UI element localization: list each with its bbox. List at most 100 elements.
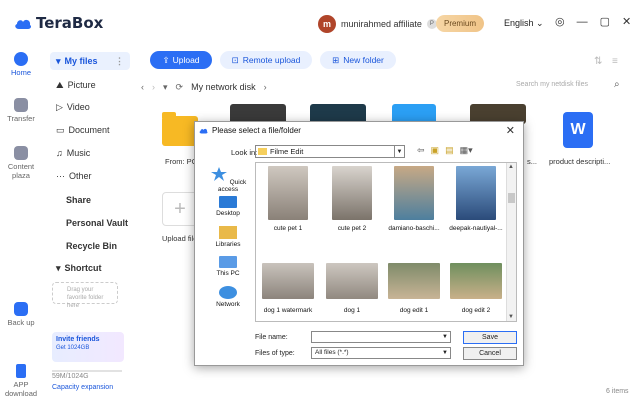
back-arrow-icon[interactable]: ⇦	[417, 145, 425, 156]
rail-content-plaza[interactable]: Content plaza	[0, 146, 42, 180]
upload-button[interactable]: ⇪ Upload	[150, 51, 212, 69]
place-this-pc[interactable]: This PC	[203, 256, 253, 277]
folder-icon	[258, 148, 267, 155]
save-button[interactable]: Save	[463, 331, 517, 344]
image-thumbnail[interactable]	[268, 166, 308, 220]
sidebar-item-personal-vault[interactable]: Personal Vault	[50, 214, 130, 232]
maximize-icon[interactable]: ▢	[600, 15, 610, 28]
image-thumbnail[interactable]	[332, 166, 372, 220]
new-folder-label: New folder	[343, 55, 384, 65]
lookin-select[interactable]: Filme Edit ▼	[255, 145, 405, 158]
dialog-close-icon[interactable]: ✕	[506, 124, 515, 137]
sidebar-item-shortcut[interactable]: ▾ Shortcut	[50, 259, 130, 277]
user-menu[interactable]: m munirahmed affiliate P	[318, 15, 437, 33]
rail-transfer[interactable]: Transfer	[0, 98, 42, 123]
remote-upload-label: Remote upload	[242, 55, 301, 65]
scroll-thumb[interactable]	[508, 193, 515, 203]
place-network[interactable]: Network	[203, 286, 253, 308]
scrollbar[interactable]: ▲ ▼	[506, 163, 516, 321]
file-name[interactable]: cute pet 2	[320, 225, 384, 232]
remote-upload-button[interactable]: ⊡ Remote upload	[220, 51, 312, 69]
minimize-icon[interactable]: —	[577, 16, 588, 28]
cancel-button[interactable]: Cancel	[463, 347, 517, 360]
rail-transfer-label: Transfer	[7, 114, 35, 123]
filetype-select[interactable]: All files (*.*) ▼	[311, 347, 451, 359]
dialog-title: Please select a file/folder	[212, 126, 301, 135]
scroll-down-icon[interactable]: ▼	[508, 314, 514, 320]
settings-icon[interactable]: ◎	[555, 15, 565, 28]
capacity-expansion-link[interactable]: Capacity expansion	[52, 384, 113, 391]
history-icon[interactable]: ▾	[163, 82, 168, 93]
file-name[interactable]: cute pet 1	[256, 225, 320, 232]
shortcut-drop-zone[interactable]: Drag your favorite folder here	[52, 282, 118, 309]
list-view-icon[interactable]: ≡	[612, 56, 618, 67]
sort-icon[interactable]: ⇅	[594, 56, 602, 67]
sidebar-item-music[interactable]: ♫ Music	[50, 144, 130, 162]
close-icon[interactable]: ✕	[622, 15, 631, 28]
word-document-icon[interactable]: W	[563, 112, 593, 148]
terabox-logo[interactable]: TeraBox	[14, 14, 103, 32]
up-folder-icon[interactable]: ▣	[431, 145, 440, 156]
chevron-down-icon[interactable]: ▼	[440, 332, 450, 342]
search-icon[interactable]: ⌕	[614, 79, 620, 90]
new-folder-icon[interactable]: ▤	[445, 145, 454, 156]
avatar[interactable]: m	[318, 15, 336, 33]
premium-button[interactable]: Premium	[436, 15, 484, 32]
image-thumbnail[interactable]	[388, 263, 440, 299]
video-icon: ▷	[56, 101, 63, 112]
star-icon	[210, 167, 227, 181]
forward-icon[interactable]: ›	[152, 82, 155, 92]
place-quick-access[interactable]: Quick access	[203, 166, 253, 193]
top-bar: TeraBox m munirahmed affiliate P Premium…	[0, 0, 640, 46]
file-name[interactable]: dog 1	[320, 307, 384, 314]
image-thumbnail[interactable]	[456, 166, 496, 220]
place-desktop[interactable]: Desktop	[203, 196, 253, 217]
place-libraries[interactable]: Libraries	[203, 226, 253, 248]
sidebar-item-document[interactable]: ▭ Document	[50, 121, 130, 139]
sidebar-item-recycle-bin[interactable]: Recycle Bin	[50, 237, 130, 255]
sidebar-item-other[interactable]: ··· Other	[50, 167, 130, 185]
backup-icon	[14, 302, 28, 316]
sidebar-item-share[interactable]: Share	[50, 191, 130, 209]
desktop-icon	[219, 196, 237, 208]
search-input[interactable]: Search my netdisk files	[516, 81, 588, 88]
image-thumbnail[interactable]	[394, 166, 434, 220]
file-list-pane[interactable]: cute pet 1 cute pet 2 damiano-baschi... …	[255, 162, 517, 322]
image-thumbnail[interactable]	[326, 263, 378, 299]
upload-tile[interactable]: +	[162, 192, 198, 226]
items-count: 6 items	[606, 388, 629, 395]
chevron-right-icon: ›	[263, 82, 267, 92]
rail-home[interactable]: Home	[0, 52, 42, 77]
sidebar-item-my-files[interactable]: ▾ My files ⋮	[50, 52, 130, 70]
new-folder-button[interactable]: ⊞ New folder	[320, 51, 396, 69]
filetype-value: All files (*.*)	[315, 349, 349, 356]
filetype-label: Files of type:	[255, 350, 295, 357]
language-select[interactable]: English ⌄	[504, 18, 544, 29]
breadcrumb-current[interactable]: My network disk	[191, 82, 256, 92]
scroll-up-icon[interactable]: ▲	[508, 164, 514, 170]
sidebar-item-picture[interactable]: ⛰ Picture	[50, 76, 130, 94]
image-thumbnail[interactable]	[262, 263, 314, 299]
file-name[interactable]: dog edit 1	[382, 307, 446, 314]
folder-icon[interactable]	[162, 112, 198, 146]
place-label: This PC	[216, 270, 240, 277]
image-thumbnail[interactable]	[450, 263, 502, 299]
file-name[interactable]: damiano-baschi...	[382, 225, 446, 232]
refresh-icon[interactable]: ⟳	[176, 82, 184, 93]
view-menu-icon[interactable]: ▦▾	[460, 145, 473, 156]
rail-back-up[interactable]: Back up	[0, 302, 42, 327]
more-icon[interactable]: ⋮	[115, 56, 124, 67]
place-label: Desktop	[216, 210, 240, 217]
back-icon[interactable]: ‹	[141, 82, 144, 92]
network-icon	[219, 286, 237, 299]
file-name[interactable]: deepak-nautiyal-...	[444, 225, 508, 232]
rail-plaza-label: Content plaza	[7, 162, 35, 180]
transfer-icon	[14, 98, 28, 112]
filename-input[interactable]: ▼	[311, 331, 451, 343]
file-name[interactable]: dog edit 2	[444, 307, 508, 314]
file-name[interactable]: dog 1 watermark	[256, 307, 320, 314]
rail-app-download[interactable]: APP download	[0, 364, 42, 398]
sidebar-item-video[interactable]: ▷ Video	[50, 98, 130, 116]
invite-banner[interactable]: Invite friends Get 1024GB	[52, 332, 124, 362]
cloud-logo-icon	[15, 19, 32, 29]
